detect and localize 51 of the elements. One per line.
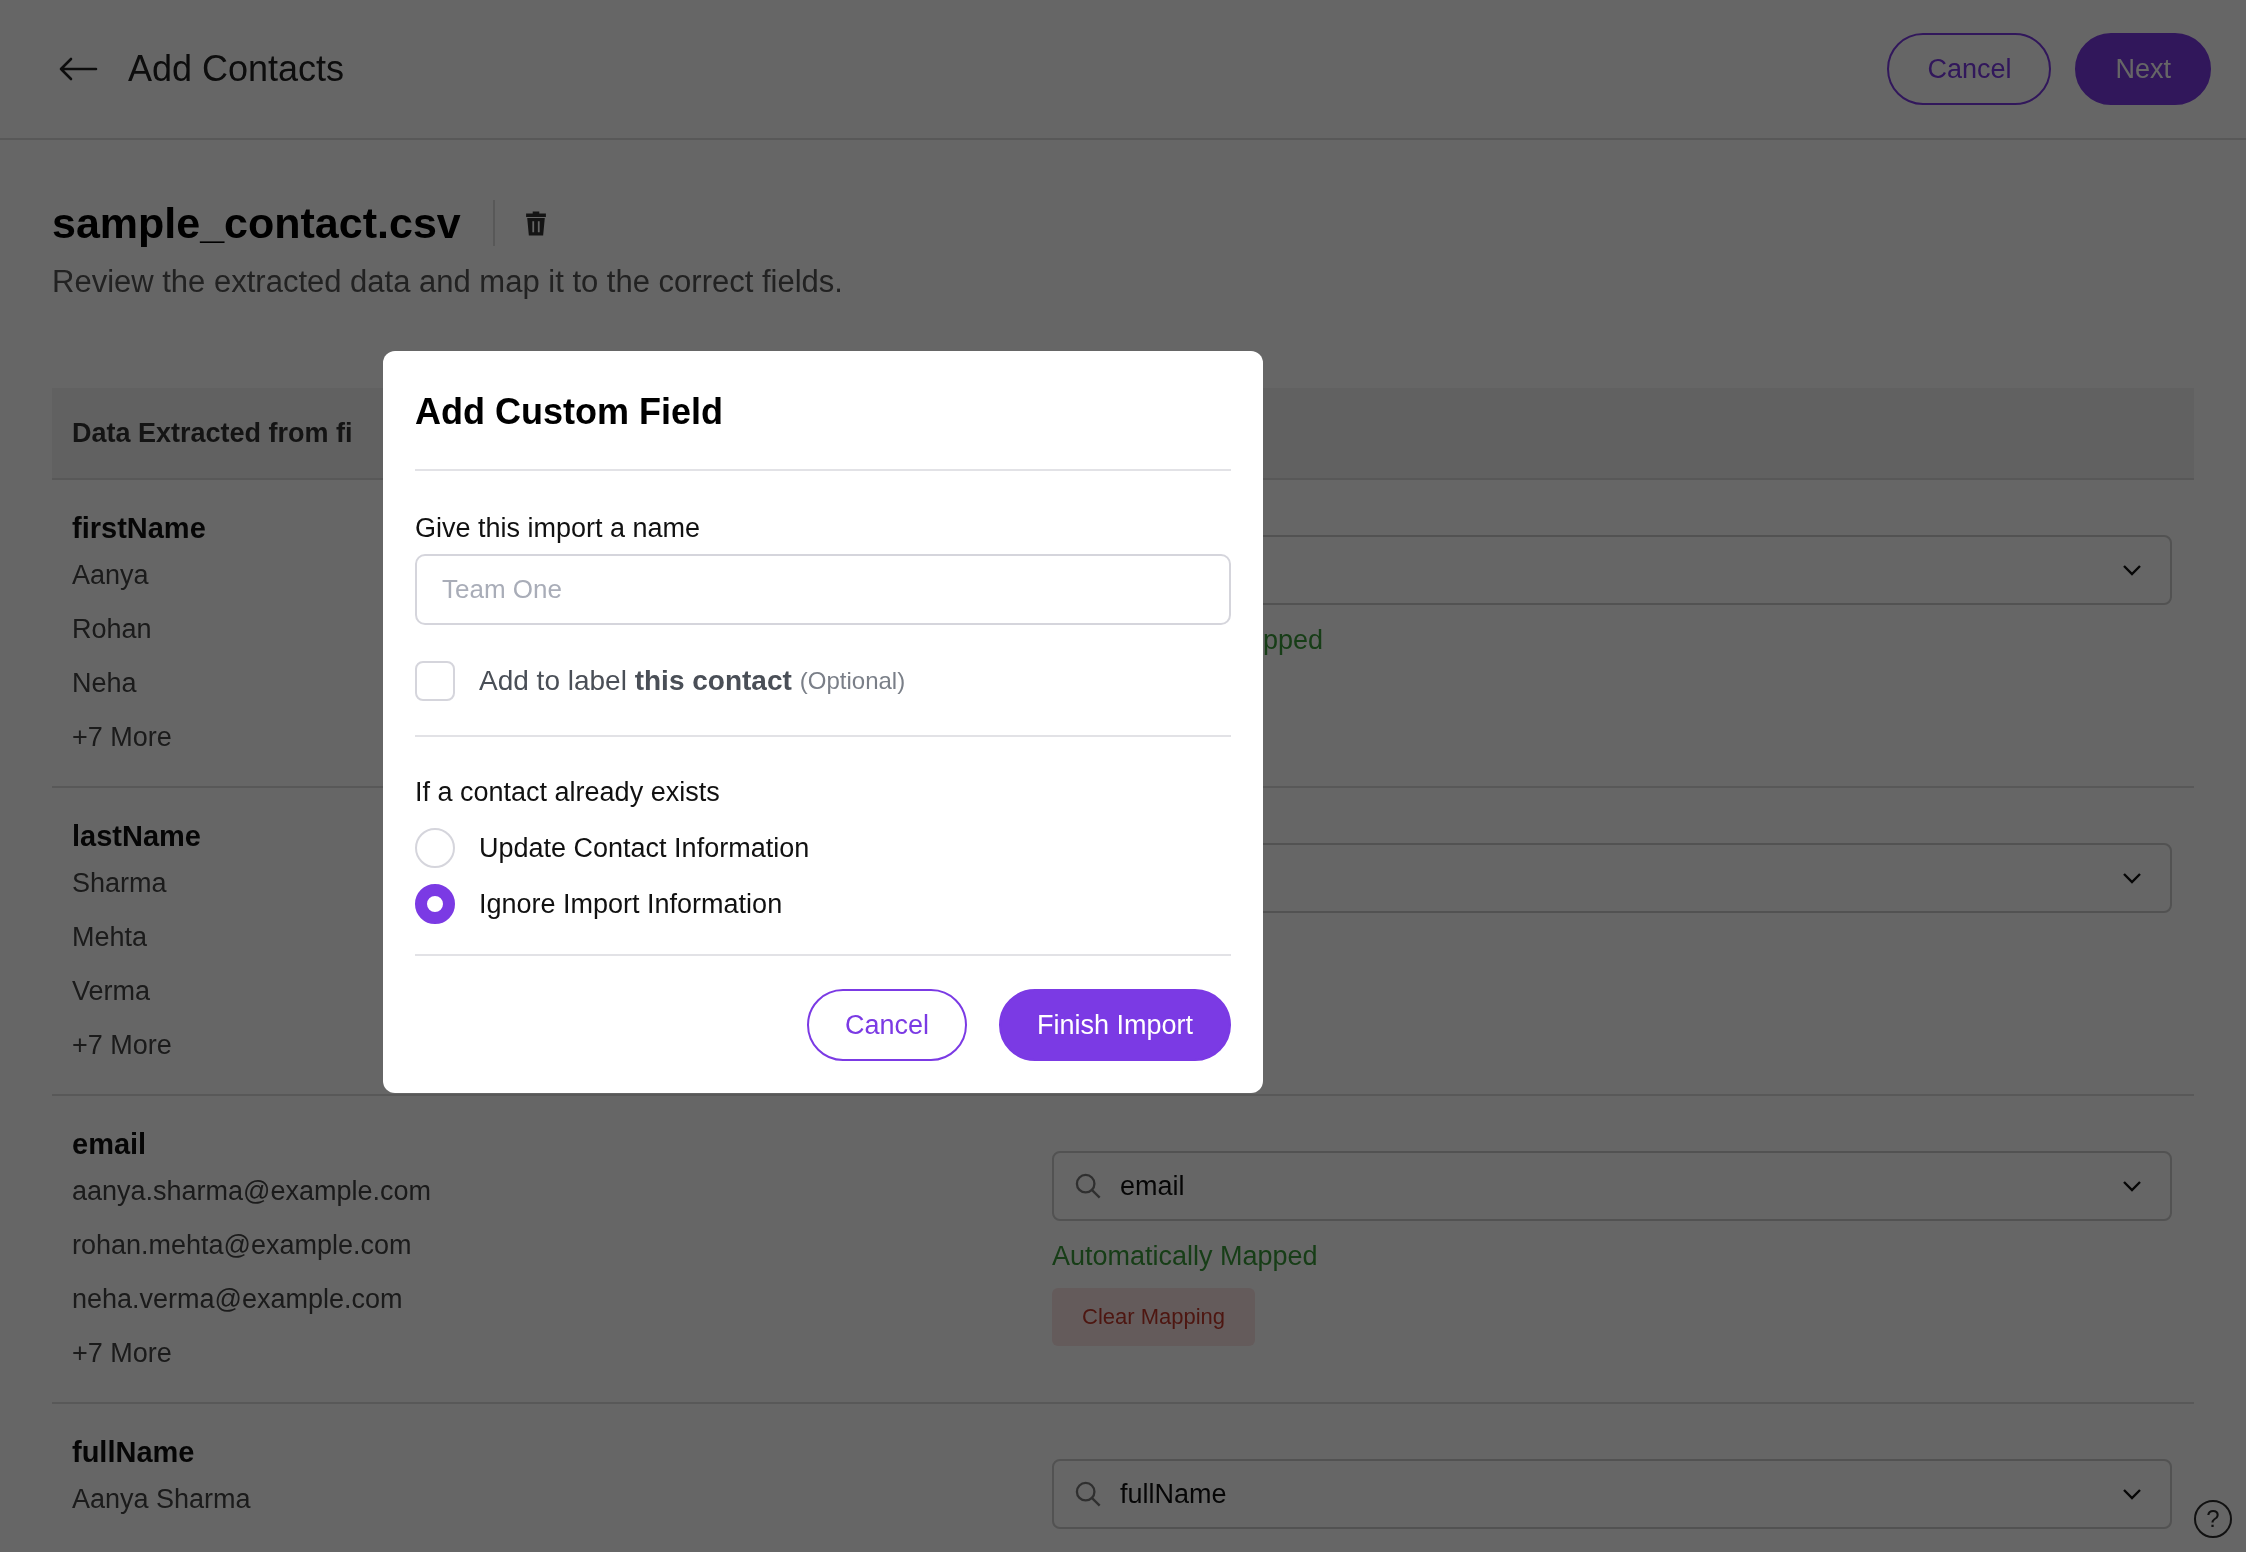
- field-label: Give this import a name: [415, 513, 702, 544]
- dropdown-value: fullName: [1120, 1478, 1227, 1510]
- sample-value: Verma: [72, 975, 151, 1008]
- field-dropdown[interactable]: email: [1052, 1151, 2172, 1221]
- mapping-status: pped: [1262, 625, 1325, 656]
- clear-mapping-button[interactable]: Clear Mapping: [1052, 1288, 1256, 1346]
- chevron-down-icon: [2122, 1180, 2142, 1192]
- chevron-down-icon: [2122, 564, 2142, 576]
- sample-value: Neha: [72, 667, 137, 700]
- more-link[interactable]: +7 More: [72, 710, 172, 764]
- field-name: firstName: [72, 511, 206, 546]
- dialog-button[interactable]: Finish Import: [998, 989, 1231, 1061]
- dialog-button[interactable]: Cancel: [806, 989, 967, 1061]
- checkbox-label: Add to label this contact: [479, 665, 792, 697]
- search-icon: [1074, 1172, 1102, 1200]
- radio-button[interactable]: [415, 884, 455, 924]
- checkbox[interactable]: [415, 661, 455, 701]
- sample-value: neha.verma@example.com: [72, 1283, 403, 1316]
- back-arrow-icon[interactable]: [58, 57, 98, 81]
- sample-value: Sharma: [72, 867, 167, 900]
- page-subtitle: Review the extracted data and map it to the correct fields.: [52, 264, 844, 300]
- help-button[interactable]: ?: [2194, 1500, 2232, 1538]
- radio-label: Update Contact Information: [479, 832, 810, 864]
- chevron-down-icon: [2122, 1488, 2142, 1500]
- import-name-input[interactable]: Team One: [415, 554, 1231, 625]
- field-name: lastName: [72, 819, 201, 854]
- optional-hint: (Optional): [799, 667, 906, 695]
- sample-value: Aanya: [72, 559, 149, 592]
- search-icon: [1074, 1480, 1102, 1508]
- trash-icon[interactable]: [524, 209, 547, 237]
- modal-title: Add Custom Field: [415, 390, 724, 434]
- more-link[interactable]: +7 More: [72, 1326, 172, 1380]
- sample-value: Mehta: [72, 921, 148, 954]
- page-title: Add Contacts: [128, 48, 345, 90]
- sample-value: rohan.mehta@example.com: [72, 1229, 412, 1262]
- sample-value: Aanya Sharma: [72, 1483, 251, 1516]
- header-button[interactable]: Cancel: [1887, 33, 2052, 105]
- dropdown-value: email: [1120, 1170, 1185, 1202]
- file-name: sample_contact.csv: [52, 198, 461, 248]
- radio-label: Ignore Import Information: [479, 888, 783, 920]
- mapping-status: Automatically Mapped: [1052, 1241, 1319, 1272]
- sample-value: aanya.sharma@example.com: [72, 1175, 432, 1208]
- sample-value: Rohan: [72, 613, 152, 646]
- more-link[interactable]: +7 More: [72, 1018, 172, 1072]
- field-name: fullName: [72, 1435, 195, 1470]
- column-heading: Data Extracted from fi: [72, 417, 353, 449]
- field-name: email: [72, 1127, 147, 1162]
- section-label: If a contact already exists: [415, 777, 721, 808]
- chevron-down-icon: [2122, 872, 2142, 884]
- header-button[interactable]: Next: [2075, 33, 2211, 105]
- field-dropdown[interactable]: fullName: [1052, 1459, 2172, 1529]
